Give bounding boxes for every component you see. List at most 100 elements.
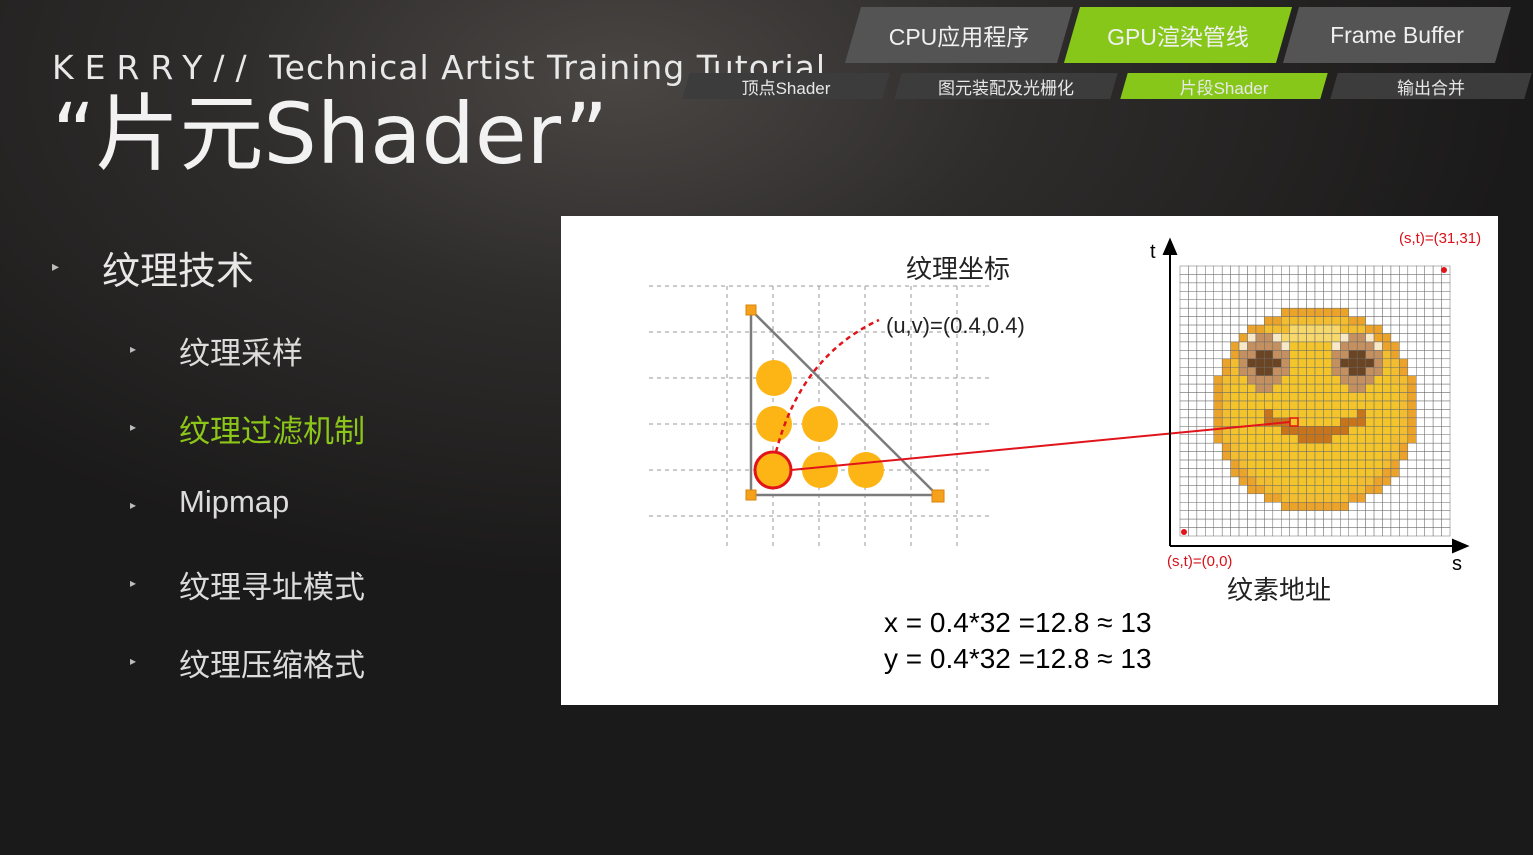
texel: [1356, 409, 1366, 419]
fragment-dot: [756, 406, 792, 442]
subtab-primitive-raster[interactable]: 图元装配及光栅化: [894, 73, 1118, 99]
texel: [1306, 367, 1316, 376]
tab-frame-buffer[interactable]: Frame Buffer: [1282, 7, 1512, 63]
texel: [1179, 274, 1189, 284]
texel: [1416, 299, 1425, 309]
texel: [1441, 493, 1451, 503]
texel: [1373, 459, 1383, 469]
texel: [1205, 265, 1214, 275]
texel: [1247, 383, 1257, 393]
texel: [1399, 274, 1409, 284]
texel: [1179, 451, 1189, 461]
texel: [1238, 400, 1248, 410]
texel: [1306, 324, 1316, 334]
texel: [1179, 282, 1189, 292]
texel: [1373, 367, 1383, 376]
texel: [1264, 468, 1274, 478]
texel: [1323, 400, 1333, 410]
texel: [1272, 316, 1282, 326]
texel: [1424, 299, 1434, 309]
axis-s-label: s: [1452, 553, 1462, 575]
texel: [1179, 299, 1189, 309]
texel: [1221, 333, 1231, 343]
texel: [1188, 527, 1198, 537]
texel: [1390, 409, 1400, 419]
texel: [1213, 459, 1223, 469]
texel: [1365, 426, 1375, 435]
texel: [1382, 400, 1392, 410]
texel: [1340, 282, 1349, 292]
texel: [1331, 442, 1341, 452]
texel: [1323, 383, 1333, 393]
texel: [1365, 282, 1375, 292]
texel: [1196, 291, 1206, 300]
texel: [1196, 282, 1206, 292]
texel: [1340, 274, 1349, 284]
texel: [1382, 451, 1392, 461]
texel: [1255, 434, 1265, 444]
texel: [1238, 333, 1248, 343]
texel: [1356, 299, 1366, 309]
texel: [1179, 518, 1189, 528]
texel: [1432, 459, 1442, 469]
texel: [1297, 367, 1307, 376]
texel: [1373, 485, 1383, 495]
texel: [1213, 502, 1223, 511]
texel: [1281, 434, 1290, 444]
texel: [1348, 426, 1358, 435]
texel: [1297, 409, 1307, 419]
texel: [1348, 324, 1358, 334]
texel: [1188, 476, 1198, 486]
texel: [1373, 476, 1383, 486]
texel: [1348, 485, 1358, 495]
texel: [1441, 316, 1451, 326]
texel: [1306, 417, 1316, 427]
texel: [1314, 527, 1324, 537]
texel: [1432, 265, 1442, 275]
texel: [1356, 333, 1366, 343]
triangle-bullet-icon: ▸: [130, 654, 137, 668]
texel: [1281, 299, 1290, 309]
texel: [1213, 316, 1223, 326]
subtab-fragment-shader[interactable]: 片段Shader: [1120, 73, 1328, 99]
texel: [1340, 383, 1349, 393]
texel: [1272, 341, 1282, 351]
texel: [1205, 459, 1214, 469]
texel: [1373, 307, 1383, 317]
texel: [1238, 527, 1248, 537]
texel: [1289, 307, 1299, 317]
tab-gpu-pipeline[interactable]: GPU渲染管线: [1063, 7, 1293, 63]
texel: [1382, 409, 1392, 419]
texel: [1424, 518, 1434, 528]
texel: [1416, 409, 1425, 419]
texel: [1179, 434, 1189, 444]
texel: [1407, 493, 1417, 503]
texel: [1247, 350, 1257, 360]
tab-cpu-app[interactable]: CPU应用程序: [844, 7, 1074, 63]
texel: [1247, 316, 1257, 326]
texel: [1399, 299, 1409, 309]
texel: [1424, 409, 1434, 419]
texel: [1289, 409, 1299, 419]
texel: [1221, 518, 1231, 528]
subtab-output-merge[interactable]: 输出合并: [1330, 73, 1532, 99]
texel: [1306, 434, 1316, 444]
texel: [1289, 485, 1299, 495]
texel: [1289, 324, 1299, 334]
texel: [1399, 316, 1409, 326]
texel: [1323, 426, 1333, 435]
texel: [1188, 493, 1198, 503]
texel: [1255, 350, 1265, 360]
texel: [1264, 274, 1274, 284]
texel: [1238, 274, 1248, 284]
texel: [1213, 350, 1223, 360]
texel: [1424, 367, 1434, 376]
texel: [1407, 510, 1417, 520]
texel: [1399, 333, 1409, 343]
texel: [1323, 299, 1333, 309]
texel: [1424, 510, 1434, 520]
texel: [1196, 392, 1206, 402]
subtab-vertex-shader[interactable]: 顶点Shader: [682, 73, 890, 99]
texel: [1356, 265, 1366, 275]
texel: [1390, 307, 1400, 317]
